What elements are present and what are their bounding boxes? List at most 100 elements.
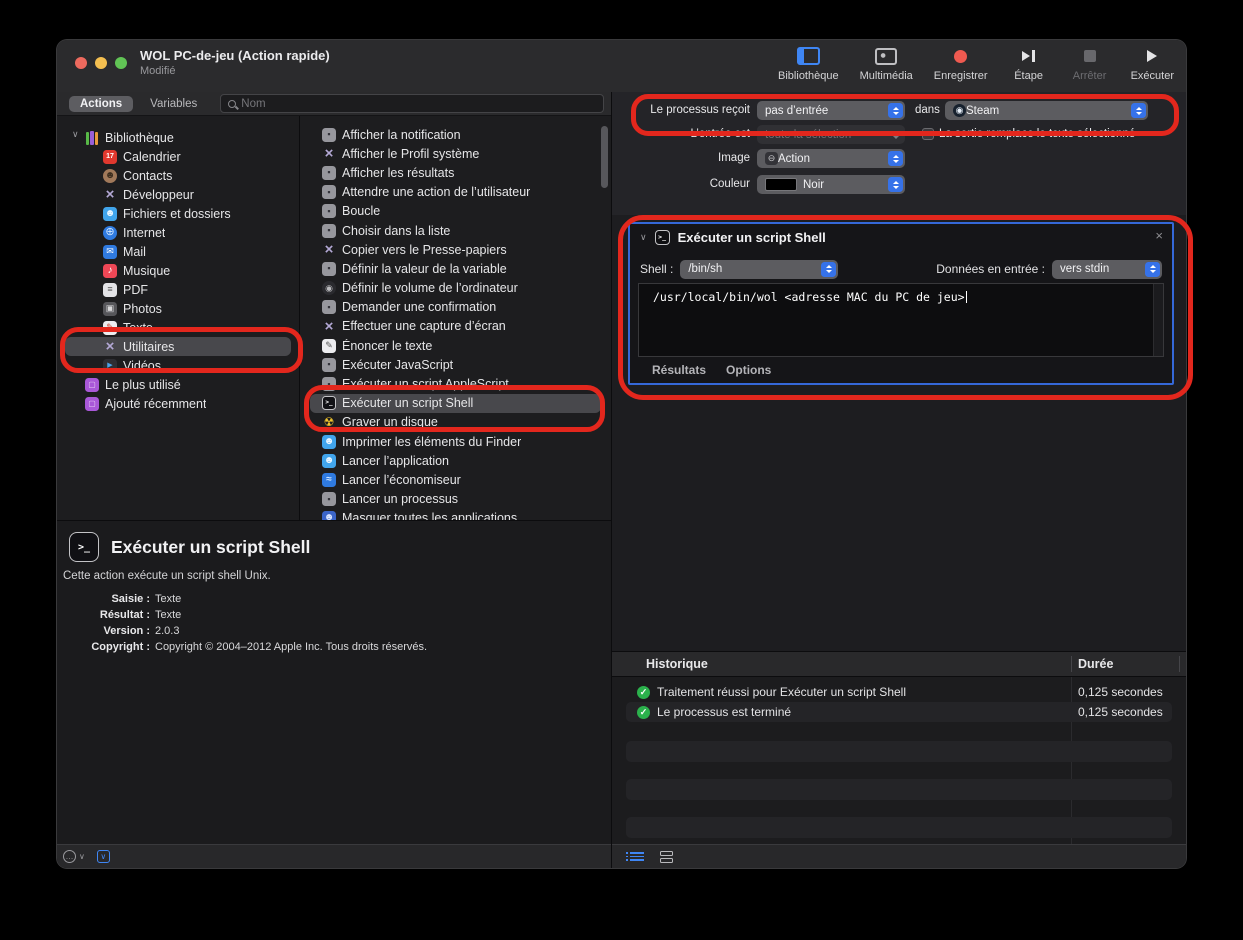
variables-toggle-icon[interactable]: ∨ <box>97 850 110 863</box>
column-divider[interactable] <box>1179 656 1180 672</box>
automator-icon: ▪ <box>322 166 336 180</box>
toolbar-button-multimedia[interactable]: Multimédia <box>860 43 913 84</box>
library-columns: ∨Bibliothèque17Calendrier☻Contacts×Dével… <box>57 116 611 520</box>
script-editor[interactable]: /usr/local/bin/wol <adresse MAC du PC de… <box>638 283 1164 357</box>
scrollbar-thumb[interactable] <box>601 126 608 188</box>
action-item-label: Afficher les résultats <box>342 166 454 180</box>
sidebar-item-developpeur[interactable]: ×Développeur <box>65 185 291 204</box>
action-item-afficher-la-notification[interactable]: ▪Afficher la notification <box>310 125 601 144</box>
zoom-window-button[interactable] <box>115 57 127 69</box>
disclosure-chevron-icon[interactable]: ∨ <box>640 232 647 243</box>
ellipsis-circle-icon[interactable]: … <box>63 850 76 863</box>
left-bottom-bar: … ∨ ∨ <box>57 844 611 868</box>
minimize-window-button[interactable] <box>95 57 107 69</box>
color-select[interactable]: Noir <box>757 175 905 194</box>
toolbar-button-bibliotheque[interactable]: Bibliothèque <box>778 43 839 84</box>
workflow-receives-select[interactable]: pas d’entrée <box>757 101 905 120</box>
results-button[interactable]: Résultats <box>652 363 706 377</box>
input-is-select: toute la sélection <box>757 125 905 144</box>
sidebar-item-internet[interactable]: ⊕Internet <box>65 223 291 242</box>
shell-script-action-block[interactable]: ∨ >_ Exécuter un script Shell × Shell : … <box>628 222 1174 385</box>
action-item-lancer-un-processus[interactable]: ▪Lancer un processus <box>310 490 601 509</box>
action-item-graver-un-disque[interactable]: ☢Graver un disque <box>310 413 601 432</box>
automator-icon: ▪ <box>322 262 336 276</box>
action-item-attendre-une-action-de-l-utilisateur[interactable]: ▪Attendre une action de l’utilisateur <box>310 183 601 202</box>
disclosure-chevron-icon[interactable]: ∨ <box>72 129 79 140</box>
stack-view-icon[interactable] <box>660 851 673 863</box>
action-item-definir-la-valeur-de-la-variable[interactable]: ▪Définir la valeur de la variable <box>310 259 601 278</box>
sidebar-item-contacts[interactable]: ☻Contacts <box>65 166 291 185</box>
screensaver-icon: ≈ <box>322 473 336 487</box>
action-item-copier-vers-le-presse-papiers[interactable]: ×Copier vers le Presse-papiers <box>310 240 601 259</box>
action-item-choisir-dans-la-liste[interactable]: ▪Choisir dans la liste <box>310 221 601 240</box>
finder-icon: ☻ <box>322 454 336 468</box>
shell-select[interactable]: /bin/sh <box>680 260 838 279</box>
action-item-enoncer-le-texte[interactable]: ✎Énoncer le texte <box>310 336 601 355</box>
output-replaces-checkbox[interactable] <box>922 128 934 140</box>
stepper-icon <box>888 151 903 166</box>
stepper-icon <box>888 127 903 142</box>
input-data-select[interactable]: vers stdin <box>1052 260 1162 279</box>
developer-icon: × <box>103 188 117 202</box>
sidebar-item-mail[interactable]: ✉Mail <box>65 242 291 261</box>
action-item-afficher-les-resultats[interactable]: ▪ Afficher les résultats <box>310 163 601 182</box>
sidebar-item-texte[interactable]: ✎Texte <box>65 318 291 337</box>
application-select[interactable]: ◉ Steam <box>945 101 1148 120</box>
hide-apps-icon: ☻ <box>322 511 336 520</box>
action-item-label: Attendre une action de l’utilisateur <box>342 185 530 199</box>
action-item-executer-un-script-applescript[interactable]: ▪Exécuter un script AppleScript <box>310 374 601 393</box>
action-item-boucle[interactable]: ▪Boucle <box>310 202 601 221</box>
pdf-icon: ≡ <box>103 283 117 297</box>
close-window-button[interactable] <box>75 57 87 69</box>
sidebar-item-ajoute-recemment[interactable]: ▢Ajouté récemment <box>65 394 291 413</box>
action-item-effectuer-une-capture-d-ecran[interactable]: ×Effectuer une capture d’écran <box>310 317 601 336</box>
action-item-demander-une-confirmation[interactable]: ▪Demander une confirmation <box>310 298 601 317</box>
sidebar-item-pdf[interactable]: ≡PDF <box>65 280 291 299</box>
toolbar-button-enregistrer[interactable]: Enregistrer <box>934 43 988 84</box>
window-title-group: WOL PC-de-jeu (Action rapide) Modifié <box>140 48 330 78</box>
toolbar-button-label: Exécuter <box>1131 69 1174 84</box>
chevron-down-icon[interactable]: ∨ <box>79 852 85 861</box>
sidebar-item-photos[interactable]: ▣Photos <box>65 299 291 318</box>
tab-actions[interactable]: Actions <box>69 96 133 112</box>
close-icon[interactable]: × <box>1155 229 1163 243</box>
workflow-canvas: ∨ >_ Exécuter un script Shell × Shell : … <box>612 215 1186 651</box>
search-input[interactable]: Nom <box>220 94 604 113</box>
options-button[interactable]: Options <box>726 363 771 377</box>
automator-icon: ▪ <box>322 492 336 506</box>
action-item-definir-le-volume-de-l-ordinateur[interactable]: ◉Définir le volume de l’ordinateur <box>310 279 601 298</box>
search-placeholder: Nom <box>241 98 265 110</box>
sidebar-item-label: Texte <box>123 321 153 335</box>
sidebar-item-le-plus-utilise[interactable]: ▢Le plus utilisé <box>65 375 291 394</box>
sidebar-item-label: Le plus utilisé <box>105 378 181 392</box>
sidebar-item-label: Calendrier <box>123 150 181 164</box>
action-image-icon: ⊖ <box>765 152 778 165</box>
log-view-icon[interactable] <box>630 852 644 861</box>
action-item-imprimer-les-elements-du-finder[interactable]: ☻Imprimer les éléments du Finder <box>310 432 601 451</box>
column-divider[interactable] <box>1071 656 1072 672</box>
sidebar-item-videos[interactable]: ▶Vidéos <box>65 356 291 375</box>
stop-icon <box>1084 43 1096 69</box>
sidebar-item-musique[interactable]: ♪Musique <box>65 261 291 280</box>
action-item-executer-javascript[interactable]: ▪Exécuter JavaScript <box>310 355 601 374</box>
sidebar-item-calendrier[interactable]: 17Calendrier <box>65 147 291 166</box>
history-row[interactable]: ✓Le processus est terminé0,125 secondes <box>626 702 1172 722</box>
check-icon: ✓ <box>637 706 650 719</box>
history-row-text: Le processus est terminé <box>657 705 791 719</box>
action-item-lancer-l-application[interactable]: ☻Lancer l’application <box>310 451 601 470</box>
sidebar-item-bibliotheque[interactable]: ∨Bibliothèque <box>65 128 291 147</box>
library-pane: Actions Variables Nom ∨Bibliothèque17Cal… <box>57 92 612 868</box>
toolbar-button-executer[interactable]: Exécuter <box>1131 43 1174 84</box>
history-row[interactable]: ✓Traitement réussi pour Exécuter un scri… <box>626 682 1172 702</box>
sidebar-item-fichiers-et-dossiers[interactable]: ☻Fichiers et dossiers <box>65 204 291 223</box>
sidebar-item-utilitaires[interactable]: ×Utilitaires <box>65 337 291 356</box>
action-item-masquer-toutes-les-applications[interactable]: ☻Masquer toutes les applications <box>310 509 601 520</box>
script-scrollbar[interactable] <box>1153 284 1163 356</box>
action-item-lancer-l-economiseur[interactable]: ≈Lancer l’économiseur <box>310 470 601 489</box>
toolbar-button-arreter[interactable]: Arrêter <box>1070 43 1110 84</box>
image-select[interactable]: ⊖ Action <box>757 149 905 168</box>
action-item-executer-un-script-shell[interactable]: >_Exécuter un script Shell <box>310 394 601 413</box>
tab-variables[interactable]: Variables <box>139 96 208 112</box>
action-item-afficher-le-profil-systeme[interactable]: ×Afficher le Profil système <box>310 144 601 163</box>
toolbar-button-etape[interactable]: Étape <box>1009 43 1049 84</box>
